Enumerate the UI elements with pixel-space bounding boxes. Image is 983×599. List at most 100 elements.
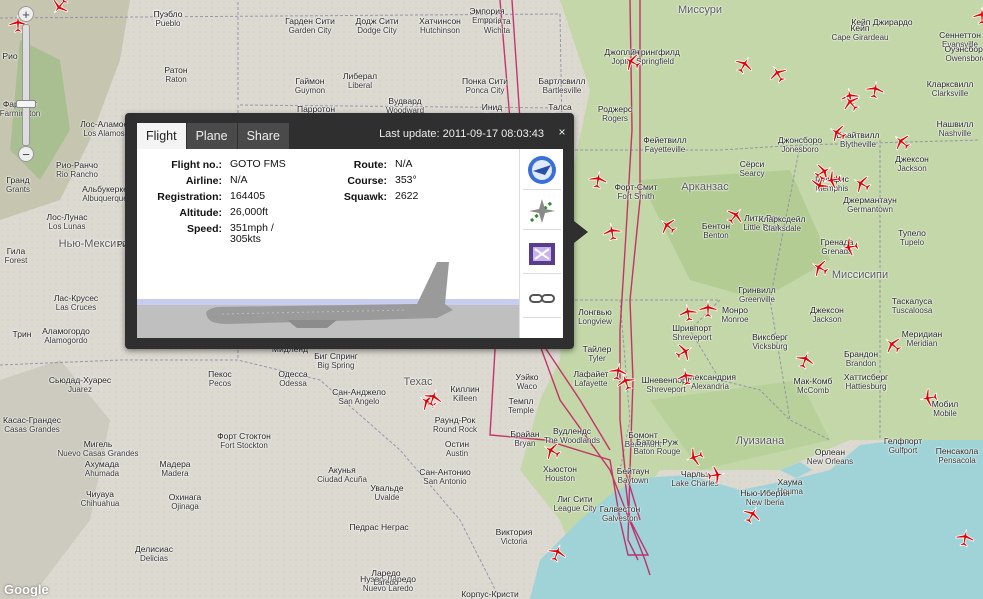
city-label: Касас-Грандес Casas Grandes: [3, 416, 61, 435]
aircraft-marker-icon[interactable]: [678, 303, 698, 323]
zoom-slider-handle[interactable]: [16, 100, 36, 108]
aircraft-marker-icon[interactable]: [955, 528, 975, 548]
city-name-en: Brandon: [845, 359, 877, 368]
city-label: Орлеан New Orleans: [807, 447, 853, 467]
flight-no-label: Flight no.:: [171, 159, 222, 171]
city-label: Акунья Ciudad Acuña: [317, 466, 367, 485]
globe-view-button[interactable]: [523, 151, 561, 190]
aircraft-marker-icon[interactable]: [865, 80, 885, 100]
city-name-ru: Батон-Руж: [636, 437, 678, 447]
city-name-en: Laredo: [373, 578, 399, 587]
aircraft-marker-icon[interactable]: [676, 367, 696, 387]
aircraft-marker-icon[interactable]: [841, 93, 861, 113]
city-name-en: Madera: [161, 469, 189, 478]
city-name-ru: Пекос: [208, 369, 232, 379]
aircraft-marker-icon[interactable]: [795, 350, 815, 370]
city-label: Одесса Odessa: [278, 369, 308, 389]
city-name-en: Vicksburg: [752, 342, 788, 351]
aircraft-marker-icon[interactable]: [734, 55, 754, 75]
city-name-ru: Лос-Аламос: [80, 119, 128, 129]
aircraft-marker-icon[interactable]: [706, 465, 726, 485]
aircraft-marker-icon[interactable]: [423, 388, 443, 408]
aircraft-marker-icon[interactable]: [588, 170, 608, 190]
city-name-en: Casas Grandes: [4, 425, 60, 434]
city-name-en: Wichita: [483, 26, 511, 35]
aircraft-marker-icon[interactable]: [547, 543, 567, 563]
zoom-slider-track[interactable]: [22, 24, 30, 146]
city-name-ru: Фейетвилл: [643, 135, 687, 145]
plane-follow-button[interactable]: [523, 191, 561, 230]
aircraft-marker-icon[interactable]: [972, 6, 983, 26]
city-name-en: Bartlesville: [542, 86, 582, 95]
city-name-ru: Хатчинсон: [419, 16, 461, 26]
city-name-ru: Орлеан: [814, 447, 846, 457]
altitude-label: Altitude:: [179, 207, 222, 219]
fullscreen-button[interactable]: [523, 235, 561, 274]
aircraft-marker-icon[interactable]: [674, 342, 694, 362]
city-name-en: Owensboro: [945, 54, 983, 63]
city-name-en: Benton: [703, 231, 729, 240]
aircraft-marker-icon[interactable]: [725, 206, 745, 226]
city-name-ru: Гранд: [6, 175, 30, 185]
city-name-en: Los Lunas: [48, 222, 86, 231]
city-name-en: Rio Rancho: [56, 170, 98, 179]
aircraft-marker-icon[interactable]: [883, 335, 903, 355]
city-label: Батон-Руж Baton Rouge: [634, 437, 681, 457]
speed-label: Speed:: [186, 223, 222, 235]
close-icon[interactable]: ×: [556, 126, 568, 138]
tab-flight[interactable]: Flight: [137, 123, 186, 149]
city-name-ru: Виксберг: [752, 332, 788, 342]
aircraft-marker-icon[interactable]: [685, 447, 705, 467]
aircraft-marker-icon[interactable]: [840, 237, 860, 257]
aircraft-marker-icon[interactable]: [542, 441, 562, 461]
popup-tabs: Flight Plane Share: [137, 123, 290, 149]
city-name-en: Guymon: [294, 86, 326, 95]
city-name-ru: Сёрси: [739, 159, 765, 169]
link-button[interactable]: [523, 279, 561, 318]
zoom-control[interactable]: + −: [13, 4, 39, 164]
city-name-ru: Брайан: [510, 429, 540, 439]
city-label: Сьюдад-Хуарес Juarez: [49, 376, 111, 395]
city-label: Пуэбло Pueblo: [154, 10, 183, 29]
city-name-ru: Трин: [12, 329, 32, 339]
aircraft-marker-icon[interactable]: [742, 505, 762, 525]
tab-share[interactable]: Share: [237, 123, 289, 149]
city-name-ru: Луизиана: [735, 435, 785, 447]
aircraft-marker-icon[interactable]: [658, 216, 678, 236]
city-name-ru: Тайлер: [582, 344, 612, 354]
city-name-en: Delicias: [139, 554, 169, 563]
zoom-in-button[interactable]: +: [18, 6, 34, 22]
aircraft-marker-icon[interactable]: [810, 258, 830, 278]
aircraft-marker-icon[interactable]: [852, 174, 872, 194]
city-label: Мадера Madera: [159, 459, 191, 479]
aircraft-marker-icon[interactable]: [810, 174, 830, 194]
city-label: Нашвилл Nashville: [937, 120, 974, 139]
city-label: Уэйко Waco: [515, 373, 538, 392]
city-label: Бартлсвилл Bartlesville: [539, 77, 586, 96]
aircraft-marker-icon[interactable]: [622, 52, 642, 72]
city-name-ru: Лафайет: [573, 369, 609, 379]
aircraft-marker-icon[interactable]: [608, 362, 628, 382]
city-label: Остин Austin: [445, 440, 469, 459]
city-name-ru: Пенсакола: [935, 446, 979, 456]
course-label: Course:: [347, 175, 387, 187]
city-name-en: Meridian: [906, 339, 938, 348]
city-label: Лафайет Lafayette: [573, 369, 609, 389]
city-name-ru: Кларксдейл: [758, 214, 806, 224]
tab-plane[interactable]: Plane: [186, 123, 237, 149]
aircraft-marker-icon[interactable]: [698, 299, 718, 319]
city-label: Форт-Смит Fort Smith: [614, 183, 657, 202]
city-name-ru: Гаймон: [295, 76, 325, 86]
aircraft-marker-icon[interactable]: [50, 0, 70, 16]
aircraft-marker-icon[interactable]: [919, 388, 939, 408]
city-name-en: Jackson: [897, 164, 927, 173]
aircraft-marker-icon[interactable]: [828, 123, 848, 143]
city-name-ru: Одесса: [278, 369, 308, 379]
city-name-en: Chihuahua: [80, 499, 120, 508]
city-name-ru: Мадера: [159, 459, 191, 469]
aircraft-marker-icon[interactable]: [768, 64, 788, 84]
aircraft-marker-icon[interactable]: [602, 222, 622, 242]
course-value: 353°: [395, 174, 417, 186]
zoom-out-button[interactable]: −: [18, 146, 34, 162]
aircraft-marker-icon[interactable]: [892, 132, 912, 152]
